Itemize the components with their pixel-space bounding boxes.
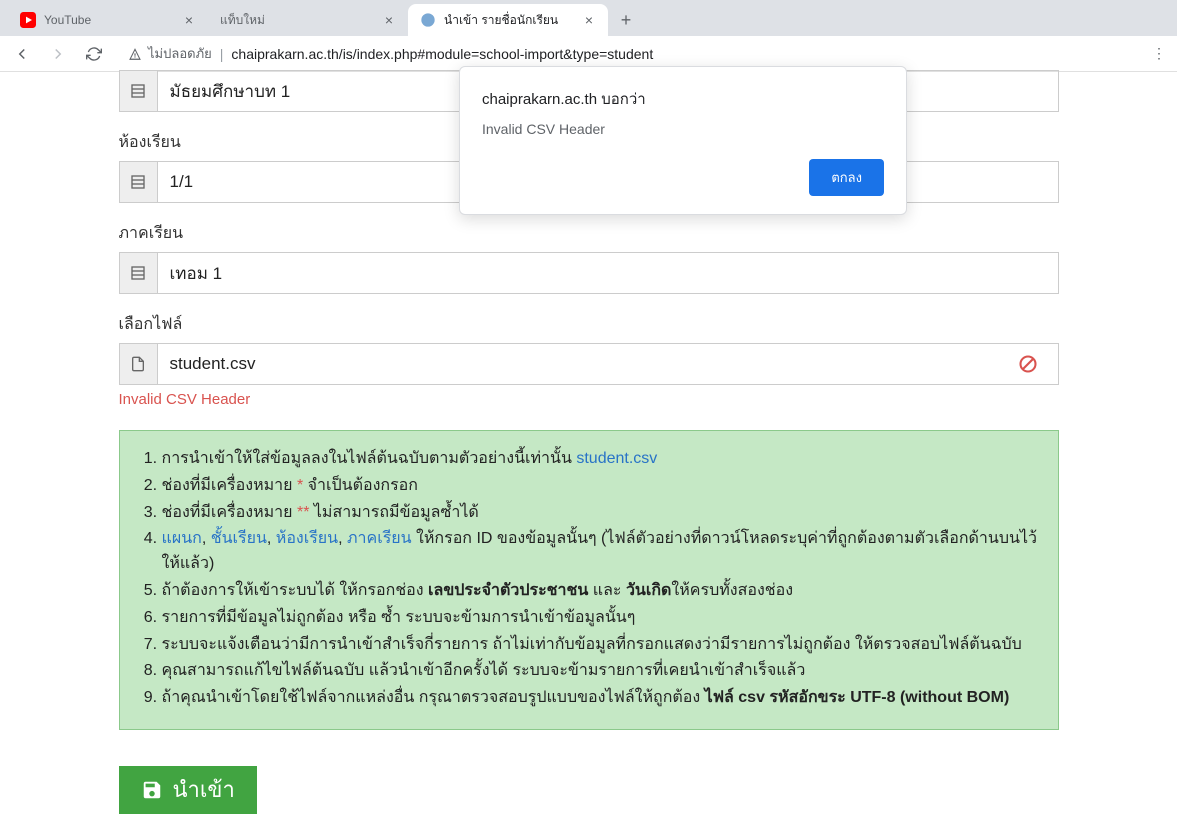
new-tab-button[interactable]: +	[612, 6, 640, 34]
list-icon	[120, 253, 158, 293]
blocked-icon	[1018, 354, 1038, 374]
lookup-link[interactable]: ภาคเรียน	[347, 530, 412, 547]
url-text: chaiprakarn.ac.th/is/index.php#module=sc…	[231, 46, 653, 62]
term-field-group: ภาคเรียน เทอม 1	[119, 221, 1059, 294]
instruction-item: ช่องที่มีเครื่องหมาย ** ไม่สามารถมีข้อมู…	[162, 501, 1042, 526]
alert-dialog: chaiprakarn.ac.th บอกว่า Invalid CSV Hea…	[459, 66, 907, 215]
file-label: เลือกไฟล์	[119, 312, 1059, 337]
instruction-item: ช่องที่มีเครื่องหมาย * จำเป็นต้องกรอก	[162, 474, 1042, 499]
error-message: Invalid CSV Header	[119, 391, 1059, 408]
instruction-item: ถ้าคุณนำเข้าโดยใช้ไฟล์จากแหล่งอื่น กรุณา…	[162, 686, 1042, 711]
browser-menu-button[interactable]: ⋮	[1149, 45, 1169, 62]
back-button[interactable]	[8, 40, 36, 68]
not-secure-warning: ไม่ปลอดภัย	[128, 43, 212, 64]
file-input[interactable]: student.csv	[119, 343, 1059, 385]
close-icon[interactable]: ×	[382, 13, 396, 27]
list-icon	[120, 71, 158, 111]
instruction-item: ถ้าต้องการให้เข้าระบบได้ ให้กรอกช่อง เลข…	[162, 579, 1042, 604]
close-icon[interactable]: ×	[182, 13, 196, 27]
tab-title: แท็บใหม่	[220, 11, 376, 30]
tab-newtab[interactable]: แท็บใหม่ ×	[208, 4, 408, 36]
file-value: student.csv	[158, 344, 1018, 384]
term-value: เทอม 1	[158, 253, 1058, 293]
instruction-item: แผนก, ชั้นเรียน, ห้องเรียน, ภาคเรียน ให้…	[162, 527, 1042, 577]
instruction-item: การนำเข้าให้ใส่ข้อมูลลงในไฟล์ต้นฉบับตามต…	[162, 447, 1042, 472]
term-select[interactable]: เทอม 1	[119, 252, 1059, 294]
term-label: ภาคเรียน	[119, 221, 1059, 246]
reload-button[interactable]	[80, 40, 108, 68]
url-input[interactable]: ไม่ปลอดภัย | chaiprakarn.ac.th/is/index.…	[116, 40, 1141, 68]
tab-title: นำเข้า รายชื่อนักเรียน	[444, 11, 576, 30]
security-text: ไม่ปลอดภัย	[148, 43, 212, 64]
youtube-icon	[20, 12, 36, 28]
dialog-ok-button[interactable]: ตกลง	[809, 159, 884, 196]
sample-file-link[interactable]: student.csv	[576, 450, 657, 467]
lookup-link[interactable]: แผนก	[162, 530, 202, 547]
list-icon	[120, 162, 158, 202]
import-button[interactable]: นำเข้า	[119, 766, 257, 814]
tab-title: YouTube	[44, 13, 176, 27]
instruction-item: คุณสามารถแก้ไขไฟล์ต้นฉบับ แล้วนำเข้าอีกค…	[162, 659, 1042, 684]
import-button-label: นำเข้า	[173, 772, 235, 807]
elephant-icon	[420, 12, 436, 28]
save-icon	[141, 779, 163, 801]
file-field-group: เลือกไฟล์ student.csv Invalid CSV Header	[119, 312, 1059, 408]
lookup-link[interactable]: ชั้นเรียน	[211, 530, 267, 547]
tab-youtube[interactable]: YouTube ×	[8, 4, 208, 36]
browser-tab-strip: YouTube × แท็บใหม่ × นำเข้า รายชื่อนักเร…	[0, 0, 1177, 36]
close-icon[interactable]: ×	[582, 13, 596, 27]
instruction-item: ระบบจะแจ้งเตือนว่ามีการนำเข้าสำเร็จกี่รา…	[162, 633, 1042, 658]
tab-import-students[interactable]: นำเข้า รายชื่อนักเรียน ×	[408, 4, 608, 36]
file-icon	[120, 344, 158, 384]
lookup-link[interactable]: ห้องเรียน	[276, 530, 338, 547]
dialog-title: chaiprakarn.ac.th บอกว่า	[482, 87, 884, 111]
forward-button[interactable]	[44, 40, 72, 68]
instruction-item: รายการที่มีข้อมูลไม่ถูกต้อง หรือ ซ้ำ ระบ…	[162, 606, 1042, 631]
dialog-message: Invalid CSV Header	[482, 121, 884, 137]
instructions-box: การนำเข้าให้ใส่ข้อมูลลงในไฟล์ต้นฉบับตามต…	[119, 430, 1059, 730]
